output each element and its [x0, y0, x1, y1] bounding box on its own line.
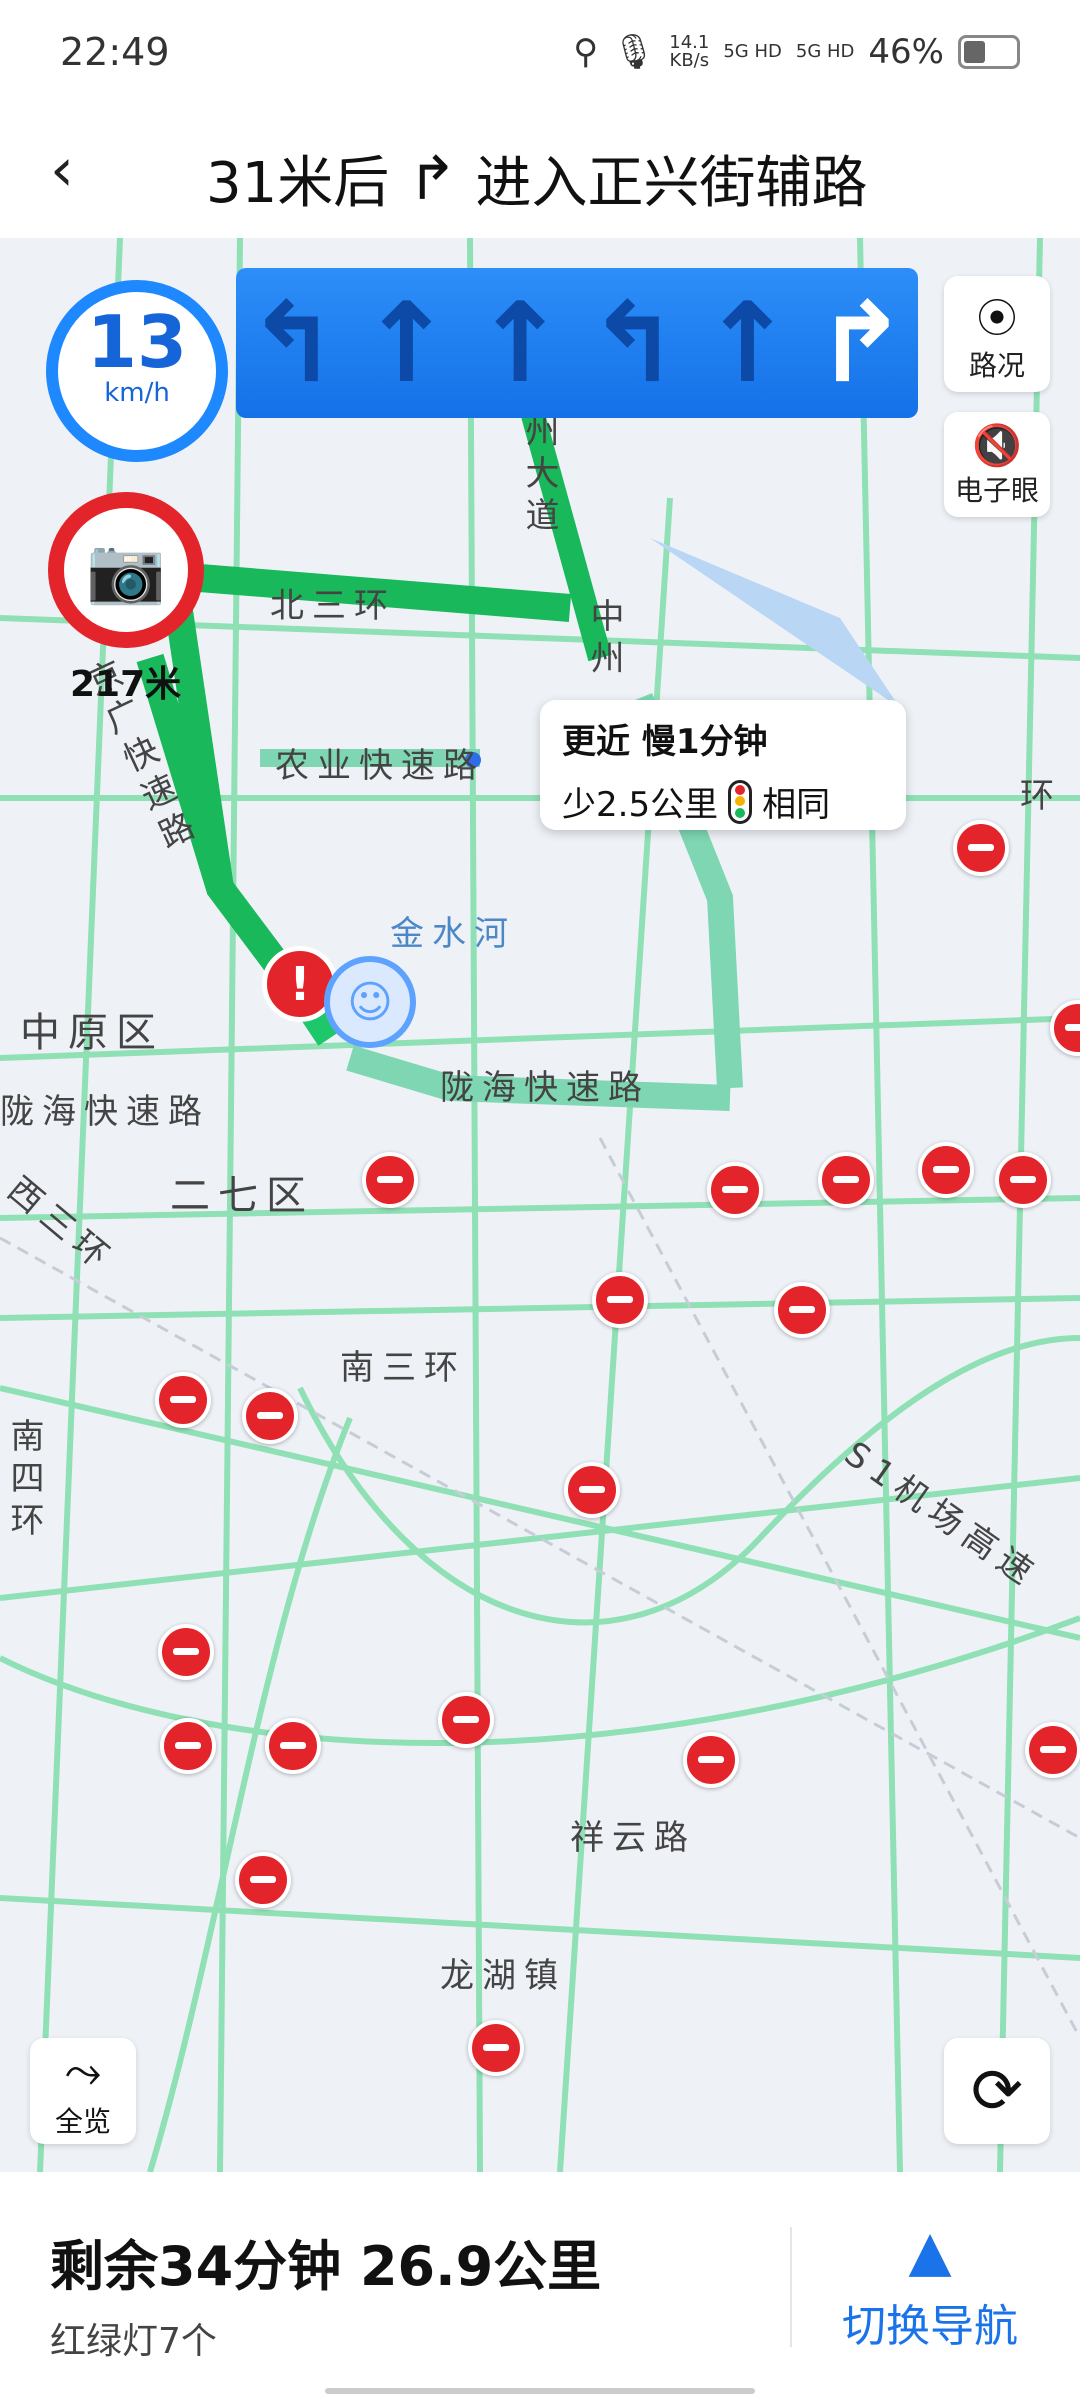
traffic-light-count: 红绿灯7个: [50, 2321, 217, 2362]
no-entry-icon[interactable]: [995, 1152, 1051, 1208]
no-entry-icon[interactable]: [155, 1372, 211, 1428]
map-label: 陇海快速路: [0, 1092, 210, 1132]
no-entry-icon[interactable]: [160, 1718, 216, 1774]
overview-button[interactable]: ⤳ 全览: [30, 2038, 136, 2144]
traffic-light-icon: ⦿: [977, 296, 1017, 342]
lane-guidance: ↰ ↑ ↑ ↰ ↑ ↱: [236, 268, 918, 418]
camera-distance: 217米: [70, 664, 182, 705]
battery-icon: [958, 35, 1020, 69]
net-speed: 14.1 KB/s: [669, 32, 710, 71]
no-entry-icon[interactable]: [158, 1624, 214, 1680]
speed-value: 13: [86, 300, 188, 384]
traffic-button-label: 路况: [968, 349, 1025, 382]
back-button[interactable]: ‹: [50, 140, 110, 200]
nav-instruction: 31米后 ↱ 进入正兴街辅路: [206, 138, 868, 219]
map-label: 南三环: [340, 1348, 466, 1388]
overview-label: 全览: [54, 2105, 111, 2138]
alternate-route-title: 更近 慢1分钟: [562, 722, 768, 762]
turn-right-icon: ↱: [407, 143, 458, 214]
camera-toggle-button[interactable]: 🔇 电子眼: [944, 412, 1050, 517]
route-overview-icon: ⤳: [64, 2044, 102, 2098]
nav-action: 进入正兴街辅路: [475, 151, 868, 216]
turn-left-arrow-icon: ↰: [587, 279, 680, 407]
no-entry-icon[interactable]: [265, 1718, 321, 1774]
location-icon: ⚲: [573, 32, 599, 72]
status-bar: 22:49 ⚲ 🎙 14.1 KB/s 5G HD 5G HD 46%: [0, 0, 1080, 110]
refresh-button[interactable]: ⟳: [944, 2038, 1050, 2144]
trip-summary: 剩余34分钟 26.9公里 红绿灯7个 ▲ 切换导航: [0, 2172, 1080, 2400]
remaining-time-distance: 剩余34分钟 26.9公里: [50, 2235, 602, 2298]
map-label: 州大道: [519, 413, 559, 539]
mic-icon: 🎙: [612, 32, 656, 72]
map-label: 北三环: [270, 586, 396, 626]
camera-toggle-label: 电子眼: [954, 474, 1039, 507]
traffic-light-icon: [728, 779, 753, 824]
straight-arrow-icon: ↑: [701, 279, 794, 407]
no-entry-icon[interactable]: [818, 1152, 874, 1208]
no-entry-icon[interactable]: [683, 1732, 739, 1788]
status-time: 22:49: [60, 30, 170, 74]
no-entry-icon[interactable]: [774, 1282, 830, 1338]
map-label: 南四环: [4, 1418, 44, 1544]
nav-instruction-bar: ‹ 31米后 ↱ 进入正兴街辅路: [0, 110, 1080, 238]
alternate-route-distance: 少2.5公里: [562, 785, 719, 825]
sim2-signal: 5G HD: [795, 41, 855, 62]
no-entry-icon[interactable]: [242, 1388, 298, 1444]
status-icons: ⚲ 🎙 14.1 KB/s 5G HD 5G HD 46%: [573, 32, 1020, 72]
speed-unit: km/h: [104, 378, 170, 408]
no-entry-icon[interactable]: [468, 2020, 524, 2076]
map-label: 中州: [584, 598, 624, 682]
traffic-button[interactable]: ⦿ 路况: [944, 276, 1050, 392]
alternate-route-detail: 少2.5公里 相同: [562, 777, 884, 826]
no-entry-icon[interactable]: [564, 1462, 620, 1518]
current-location-avatar: ☺: [324, 956, 416, 1048]
speed-indicator: 13 km/h: [46, 280, 228, 462]
map-label: 农业快速路: [275, 746, 485, 786]
navigation-arrow-icon: ▲: [908, 2219, 952, 2284]
sim1-signal: 5G HD: [723, 41, 782, 62]
no-entry-icon[interactable]: [235, 1852, 291, 1908]
map-label: 龙湖镇: [440, 1956, 566, 1996]
alternate-route-lights: 相同: [762, 785, 831, 825]
map-label: 金水河: [390, 914, 516, 954]
no-entry-icon[interactable]: [592, 1272, 648, 1328]
refresh-icon: ⟳: [971, 2054, 1023, 2127]
turn-right-arrow-icon: ↱: [815, 279, 908, 407]
home-indicator[interactable]: [325, 2388, 755, 2394]
straight-arrow-icon: ↑: [360, 279, 453, 407]
map-label: 二七区: [170, 1173, 314, 1219]
map-label: 陇海快速路: [440, 1068, 650, 1108]
no-entry-icon[interactable]: [953, 820, 1009, 876]
switch-navigation-label: 切换导航: [842, 2301, 1018, 2352]
no-entry-icon[interactable]: [707, 1162, 763, 1218]
no-entry-icon[interactable]: [438, 1692, 494, 1748]
map-label: 中原区: [20, 1010, 164, 1056]
mute-icon: 🔇: [972, 423, 1022, 469]
speed-camera-icon: 📷: [48, 492, 204, 648]
alternate-route-callout[interactable]: 更近 慢1分钟 少2.5公里 相同: [540, 700, 906, 830]
nav-distance: 31米后: [206, 151, 390, 216]
turn-left-arrow-icon: ↰: [246, 279, 339, 407]
no-entry-icon[interactable]: [362, 1152, 418, 1208]
no-entry-icon[interactable]: [918, 1142, 974, 1198]
divider: [790, 2227, 792, 2347]
map-label: 环: [1020, 776, 1062, 816]
battery-percent: 46%: [868, 32, 944, 72]
switch-navigation-button[interactable]: ▲ 切换导航: [842, 2222, 1018, 2354]
no-entry-icon[interactable]: [1025, 1722, 1080, 1778]
map-label: 祥云路: [570, 1818, 696, 1858]
straight-arrow-icon: ↑: [474, 279, 567, 407]
